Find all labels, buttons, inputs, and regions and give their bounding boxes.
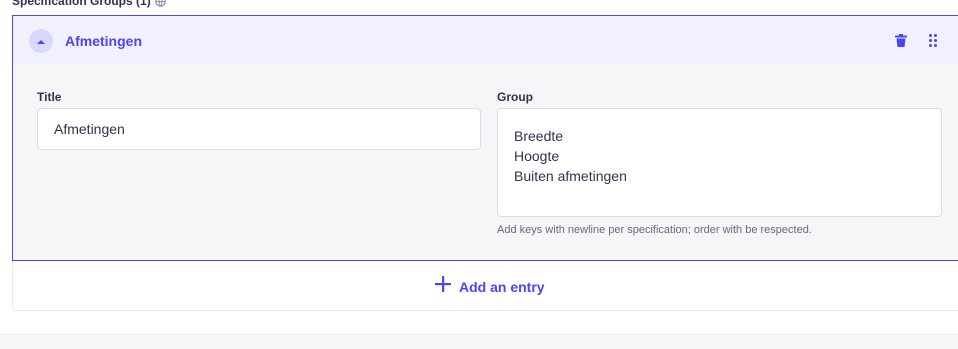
chevron-up-icon	[37, 32, 45, 50]
title-field-label: Title	[37, 90, 62, 104]
drag-handle-icon[interactable]	[926, 33, 940, 47]
add-entry-label: Add an entry	[459, 278, 545, 295]
entry-title[interactable]: Afmetingen	[65, 33, 142, 49]
group-hint: Add keys with newline per specification;…	[497, 224, 812, 236]
group-line: Breedte	[514, 128, 564, 144]
group-textarea[interactable]: Breedte Hoogte Buiten afmetingen	[497, 108, 942, 217]
entry-header[interactable]: Afmetingen	[13, 16, 958, 64]
group-field-label: Group	[497, 90, 533, 104]
trash-icon[interactable]	[894, 33, 908, 47]
group-line: Hoogte	[514, 148, 560, 164]
component-entry-panel: Afmetingen Title Afmetingen Group Breedt…	[12, 15, 958, 261]
add-entry-button[interactable]: Add an entry	[435, 276, 545, 297]
collapse-button[interactable]	[29, 29, 53, 53]
title-input[interactable]: Afmetingen	[37, 108, 481, 150]
add-entry-container: Add an entry	[12, 261, 958, 311]
section-label: Specification Groups (1)	[12, 0, 166, 8]
group-line: Buiten afmetingen	[514, 168, 627, 184]
globe-icon	[154, 0, 166, 7]
page-footer-strip	[0, 334, 958, 349]
plus-icon	[435, 276, 451, 297]
section-label-text: Specification Groups (1)	[12, 0, 151, 8]
